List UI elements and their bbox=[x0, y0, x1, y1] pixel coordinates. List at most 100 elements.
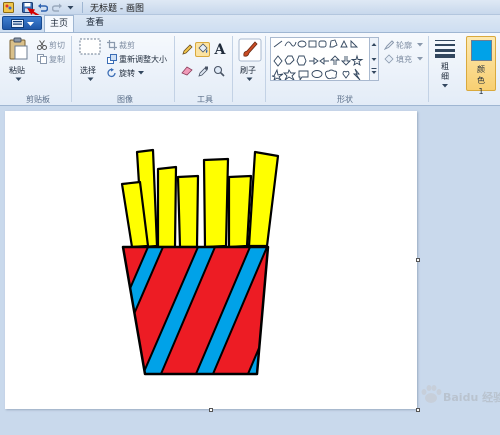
lightning-shape-icon bbox=[352, 68, 361, 81]
title-separator bbox=[82, 2, 83, 13]
magnifier-icon[interactable] bbox=[213, 65, 225, 77]
crop-icon[interactable] bbox=[107, 40, 117, 50]
shapes-group-label: 形状 bbox=[337, 95, 353, 104]
ribbon-separator bbox=[174, 36, 175, 102]
outline-dropdown-icon[interactable] bbox=[417, 43, 423, 47]
rectangular-callout-shape-icon bbox=[298, 70, 309, 82]
image-group-label: 图像 bbox=[117, 95, 133, 104]
outline-button[interactable]: 轮廓 bbox=[396, 40, 412, 51]
down-arrow-shape-icon bbox=[340, 56, 352, 66]
ribbon-separator bbox=[232, 36, 233, 102]
six-point-star-shape-icon bbox=[282, 68, 297, 82]
pencil-icon[interactable] bbox=[181, 44, 193, 56]
fill-bucket-icon bbox=[198, 43, 208, 53]
outline-icon[interactable] bbox=[384, 40, 394, 50]
drawing-canvas[interactable] bbox=[5, 111, 417, 409]
color1-swatch bbox=[471, 40, 492, 61]
color-picker-icon[interactable] bbox=[198, 66, 209, 77]
resize-handle-bottom[interactable] bbox=[209, 408, 213, 412]
color1-button[interactable]: 颜色 1 bbox=[466, 36, 496, 96]
oval-shape-icon bbox=[297, 40, 307, 48]
shapes-gallery-scrollbar[interactable] bbox=[369, 37, 379, 81]
window-title: 无标题 - 画图 bbox=[90, 4, 144, 14]
text-tool-icon[interactable]: A bbox=[213, 42, 227, 56]
heart-shape-icon bbox=[342, 70, 350, 79]
clipboard-group-label: 剪贴板 bbox=[26, 95, 50, 104]
triangle-shape-icon bbox=[340, 39, 348, 48]
ribbon-separator bbox=[428, 36, 429, 102]
rounded-rectangle-shape-icon bbox=[318, 40, 327, 48]
size-dropdown-icon[interactable] bbox=[442, 84, 448, 88]
oval-callout-shape-icon bbox=[311, 70, 323, 78]
brushes-button[interactable]: 刷子 bbox=[240, 65, 256, 76]
copy-button[interactable]: 复制 bbox=[49, 54, 65, 65]
select-icon[interactable] bbox=[79, 38, 101, 56]
ribbon-separator bbox=[265, 36, 266, 102]
rotate-dropdown-icon[interactable] bbox=[138, 71, 144, 75]
gallery-scroll-arrows-icon bbox=[371, 43, 377, 74]
tools-group-label: 工具 bbox=[197, 95, 213, 104]
paste-button[interactable]: 粘贴 bbox=[9, 65, 25, 76]
rotate-icon[interactable] bbox=[107, 68, 117, 78]
scissors-icon[interactable] bbox=[37, 40, 47, 50]
size-button[interactable]: 粗细 bbox=[439, 62, 451, 82]
fill-dropdown-icon[interactable] bbox=[417, 57, 423, 61]
right-arrow-shape-icon bbox=[309, 57, 319, 65]
hexagon-shape-icon bbox=[296, 55, 307, 66]
resize-handle-corner[interactable] bbox=[416, 408, 420, 412]
copy-icon[interactable] bbox=[37, 54, 47, 64]
line-shape-icon bbox=[273, 40, 283, 48]
resize-button[interactable]: 重新调整大小 bbox=[119, 54, 167, 65]
ribbon-tab-row bbox=[0, 15, 500, 32]
diamond-shape-icon bbox=[273, 55, 283, 67]
file-menu-button[interactable] bbox=[2, 16, 42, 30]
file-menu-icon bbox=[11, 19, 34, 28]
cloud-callout-shape-icon bbox=[324, 69, 338, 80]
select-button[interactable]: 选择 bbox=[80, 65, 96, 76]
title-bar bbox=[0, 0, 500, 15]
tab-home[interactable]: 主页 bbox=[44, 15, 74, 33]
cut-button[interactable]: 剪切 bbox=[49, 40, 65, 51]
eraser-icon[interactable] bbox=[181, 66, 193, 76]
paste-icon[interactable] bbox=[9, 37, 29, 61]
fry-4 bbox=[176, 174, 200, 249]
fry-6 bbox=[227, 174, 253, 249]
paste-dropdown-icon[interactable] bbox=[15, 77, 22, 82]
watermark-text: Baidu 经验 bbox=[443, 391, 500, 404]
brushes-dropdown-icon[interactable] bbox=[246, 77, 253, 82]
select-dropdown-icon[interactable] bbox=[87, 77, 94, 82]
color1-label: 颜色 1 bbox=[477, 65, 485, 96]
four-point-star-shape-icon bbox=[350, 54, 364, 67]
fill-tool-selected[interactable] bbox=[195, 42, 210, 57]
left-arrow-shape-icon bbox=[319, 57, 329, 65]
fry-5 bbox=[202, 157, 230, 249]
shapes-gallery bbox=[270, 37, 379, 82]
resize-icon[interactable] bbox=[107, 54, 117, 64]
fries-cup-stripes bbox=[123, 247, 268, 374]
five-point-star-shape-icon bbox=[271, 68, 284, 82]
fill-button[interactable]: 填充 bbox=[396, 54, 412, 65]
svg-text:A: A bbox=[214, 42, 227, 56]
up-arrow-shape-icon bbox=[329, 55, 341, 65]
redo-icon[interactable] bbox=[52, 2, 63, 13]
curve-shape-icon bbox=[284, 41, 297, 47]
brushes-icon[interactable] bbox=[238, 38, 262, 62]
resize-handle-right[interactable] bbox=[416, 258, 420, 262]
right-triangle-shape-icon bbox=[350, 39, 359, 48]
paint-app-icon[interactable] bbox=[3, 2, 14, 13]
fries-drawing bbox=[120, 148, 280, 376]
crop-button[interactable]: 裁剪 bbox=[119, 40, 135, 51]
pentagon-shape-icon bbox=[284, 55, 295, 65]
customize-quick-access-icon[interactable] bbox=[67, 4, 74, 11]
fill-icon[interactable] bbox=[384, 54, 394, 64]
tab-view[interactable]: 查看 bbox=[82, 15, 108, 32]
rectangle-shape-icon bbox=[308, 40, 317, 48]
fry-3 bbox=[156, 165, 178, 249]
shapes-grid bbox=[271, 39, 364, 82]
baidu-paw-icon bbox=[421, 385, 442, 403]
ribbon-separator bbox=[71, 36, 72, 102]
polygon-shape-icon bbox=[329, 39, 338, 48]
fry-7 bbox=[247, 150, 280, 248]
size-icon[interactable] bbox=[433, 38, 457, 58]
rotate-button[interactable]: 旋转 bbox=[119, 68, 135, 79]
